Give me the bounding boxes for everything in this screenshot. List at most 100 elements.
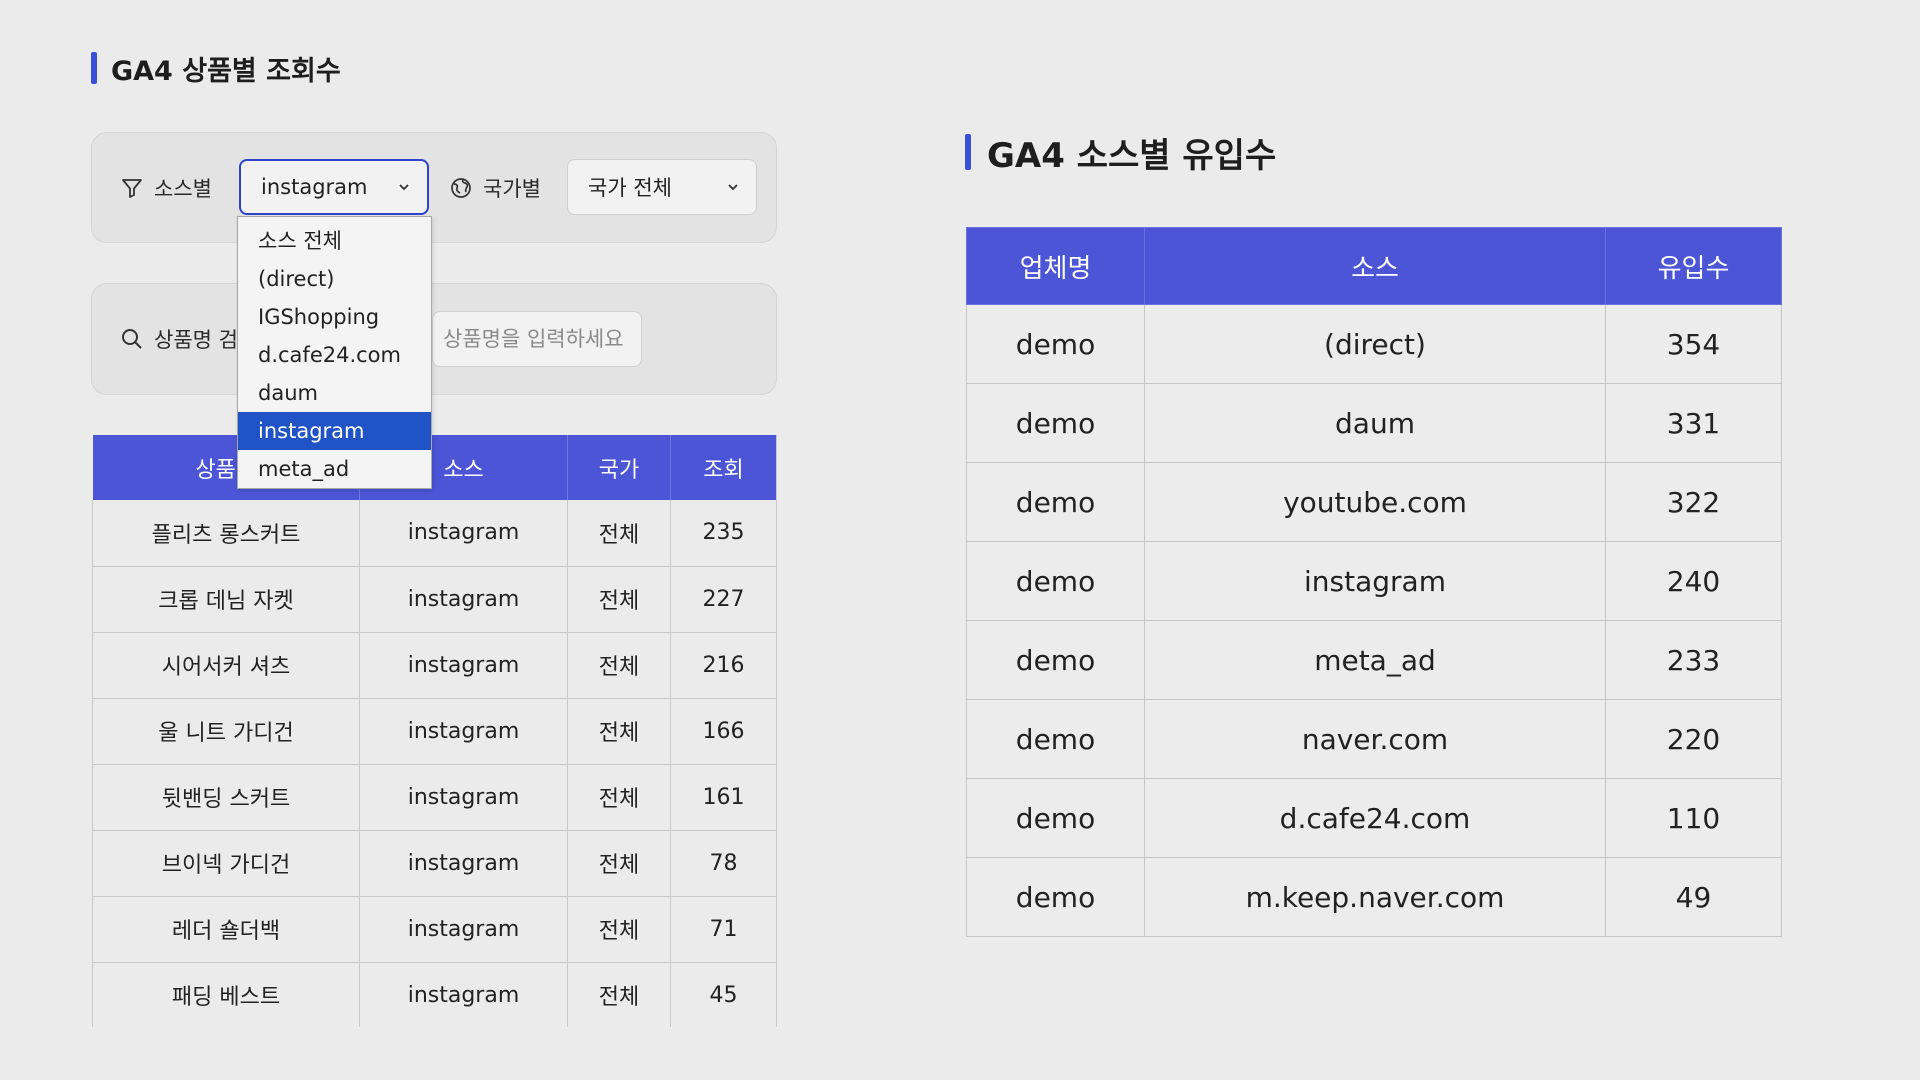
search-icon	[122, 329, 142, 349]
product-table-viewport[interactable]: 상품명 소스 국가 조회 플리츠 롱스커트 instagram 전체 235 크…	[80, 420, 800, 1027]
source-visits-title-text: GA4 소스별 유입수	[987, 135, 1277, 176]
column-header-company[interactable]: 업체명	[966, 227, 1145, 305]
column-header-views[interactable]: 조회	[670, 435, 777, 500]
table-row: demo (direct) 354	[966, 304, 1782, 384]
cell-company: demo	[966, 778, 1145, 858]
cell-source: youtube.com	[1144, 462, 1606, 542]
cell-views: 235	[670, 500, 777, 567]
cell-company: demo	[966, 304, 1145, 384]
cell-product: 레더 숄더백	[92, 896, 360, 963]
cell-source: daum	[1144, 383, 1606, 463]
column-header-country[interactable]: 국가	[567, 435, 671, 500]
cell-country: 전체	[567, 830, 671, 897]
cell-views: 71	[670, 896, 777, 963]
table-row: 패딩 베스트 instagram 전체 45	[92, 962, 777, 1027]
cell-visits: 49	[1605, 857, 1782, 937]
source-option[interactable]: IGShopping	[238, 298, 431, 336]
cell-product: 패딩 베스트	[92, 962, 360, 1027]
cell-source: instagram	[359, 632, 568, 699]
cell-company: demo	[966, 462, 1145, 542]
country-select-value: 국가 전체	[588, 176, 672, 200]
cell-company: demo	[966, 383, 1145, 463]
table-row: demo naver.com 220	[966, 699, 1782, 779]
title-accent-bar	[91, 52, 97, 84]
cell-visits: 220	[1605, 699, 1782, 779]
cell-views: 216	[670, 632, 777, 699]
globe-icon	[451, 178, 471, 198]
chevron-down-icon	[728, 184, 738, 191]
source-option-selected[interactable]: instagram	[238, 412, 431, 450]
cell-company: demo	[966, 857, 1145, 937]
source-visits-title: GA4 소스별 유입수	[965, 130, 1277, 176]
cell-visits: 110	[1605, 778, 1782, 858]
table-row: 브이넥 가디건 instagram 전체 78	[92, 830, 777, 897]
country-filter-label: 국가별	[449, 173, 541, 203]
cell-country: 전체	[567, 896, 671, 963]
source-option[interactable]: 소스 전체	[238, 222, 431, 260]
source-option[interactable]: (direct)	[238, 260, 431, 298]
source-option[interactable]: meta_ad	[238, 450, 431, 488]
table-row: 뒷밴딩 스커트 instagram 전체 161	[92, 764, 777, 831]
cell-country: 전체	[567, 764, 671, 831]
table-row: demo meta_ad 233	[966, 620, 1782, 700]
cell-product: 울 니트 가디건	[92, 698, 360, 765]
table-row: demo d.cafe24.com 110	[966, 778, 1782, 858]
table-row: demo instagram 240	[966, 541, 1782, 621]
table-row: demo m.keep.naver.com 49	[966, 857, 1782, 937]
table-row: 레더 숄더백 instagram 전체 71	[92, 896, 777, 963]
source-select[interactable]: instagram	[239, 159, 429, 215]
filter-card: 소스별 instagram 국가별 국가 전체	[91, 132, 777, 243]
source-filter-label: 소스별	[120, 173, 212, 203]
cell-source: instagram	[359, 500, 568, 567]
table-row: 크롭 데님 자켓 instagram 전체 227	[92, 566, 777, 633]
cell-source: instagram	[359, 698, 568, 765]
cell-visits: 233	[1605, 620, 1782, 700]
cell-source: naver.com	[1144, 699, 1606, 779]
cell-source: instagram	[359, 962, 568, 1027]
cell-country: 전체	[567, 962, 671, 1027]
cell-company: demo	[966, 699, 1145, 779]
table-row: demo daum 331	[966, 383, 1782, 463]
table-row: demo youtube.com 322	[966, 462, 1782, 542]
cell-source: m.keep.naver.com	[1144, 857, 1606, 937]
cell-country: 전체	[567, 500, 671, 567]
filter-funnel-icon	[122, 179, 142, 198]
product-search-input[interactable]	[432, 311, 642, 367]
cell-views: 227	[670, 566, 777, 633]
table-header-row: 상품명 소스 국가 조회	[92, 435, 777, 500]
product-views-title: GA4 상품별 조회수	[91, 50, 341, 87]
cell-product: 크롭 데님 자켓	[92, 566, 360, 633]
country-select[interactable]: 국가 전체	[567, 159, 757, 215]
table-header-row: 업체명 소스 유입수	[966, 227, 1782, 305]
product-views-table: 상품명 소스 국가 조회 플리츠 롱스커트 instagram 전체 235 크…	[92, 435, 777, 1027]
source-select-value: instagram	[261, 175, 368, 199]
cell-visits: 240	[1605, 541, 1782, 621]
table-row: 시어서커 셔츠 instagram 전체 216	[92, 632, 777, 699]
column-header-visits[interactable]: 유입수	[1605, 227, 1782, 305]
cell-source: instagram	[359, 896, 568, 963]
cell-source: instagram	[1144, 541, 1606, 621]
cell-product: 플리츠 롱스커트	[92, 500, 360, 567]
column-header-source[interactable]: 소스	[1144, 227, 1606, 305]
cell-views: 166	[670, 698, 777, 765]
cell-source: instagram	[359, 764, 568, 831]
source-visits-table: 업체명 소스 유입수 demo (direct) 354 demo daum 3…	[966, 227, 1782, 937]
source-dropdown-menu: 소스 전체 (direct) IGShopping d.cafe24.com d…	[237, 216, 432, 489]
source-option[interactable]: d.cafe24.com	[238, 336, 431, 374]
cell-views: 45	[670, 962, 777, 1027]
source-option[interactable]: daum	[238, 374, 431, 412]
cell-views: 78	[670, 830, 777, 897]
cell-visits: 331	[1605, 383, 1782, 463]
search-card: 상품명 검색	[91, 283, 777, 395]
cell-country: 전체	[567, 566, 671, 633]
cell-visits: 354	[1605, 304, 1782, 384]
cell-product: 브이넥 가디건	[92, 830, 360, 897]
cell-source: meta_ad	[1144, 620, 1606, 700]
cell-country: 전체	[567, 698, 671, 765]
product-views-title-text: GA4 상품별 조회수	[111, 55, 341, 87]
cell-company: demo	[966, 620, 1145, 700]
chevron-down-icon	[399, 184, 409, 191]
cell-source: instagram	[359, 566, 568, 633]
cell-product: 뒷밴딩 스커트	[92, 764, 360, 831]
table-row: 플리츠 롱스커트 instagram 전체 235	[92, 500, 777, 567]
